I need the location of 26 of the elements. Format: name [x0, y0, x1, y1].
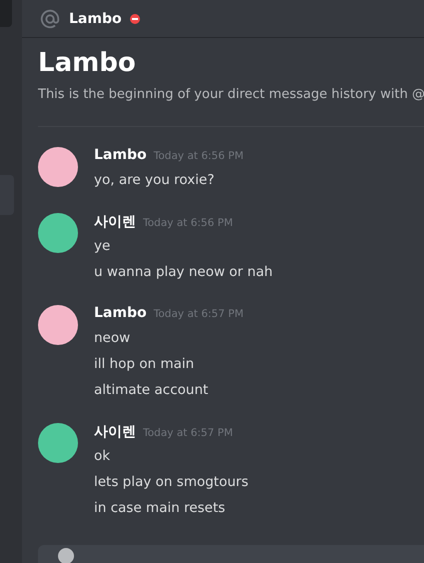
author-name[interactable]: 사이렌: [94, 213, 136, 231]
author-name[interactable]: Lambo: [94, 305, 147, 321]
channel-title: Lambo: [69, 10, 122, 26]
timestamp: Today at 6:57 PM: [143, 427, 233, 439]
at-sign-icon: [39, 8, 61, 30]
message-text: lets play on smogtours: [94, 473, 248, 492]
conversation-intro-text: This is the beginning of your direct message history with @: [38, 87, 424, 102]
message-text: u wanna play neow or nah: [94, 263, 273, 282]
conversation-title: Lambo: [38, 47, 137, 80]
timestamp: Today at 6:57 PM: [154, 308, 244, 320]
author-name[interactable]: 사이렌: [94, 423, 136, 441]
avatar[interactable]: [38, 213, 78, 253]
message-text: neow: [94, 329, 132, 348]
message-text: ye: [94, 237, 112, 256]
message-text: in case main resets: [94, 499, 226, 518]
avatar[interactable]: [38, 147, 78, 187]
message-text: ok: [94, 447, 112, 466]
message-text: ill hop on main: [94, 355, 196, 374]
message-text: yo, are you roxie?: [94, 171, 216, 190]
timestamp: Today at 6:56 PM: [154, 150, 244, 162]
author-name[interactable]: Lambo: [94, 147, 147, 163]
message-input-field[interactable]: [38, 545, 424, 563]
avatar[interactable]: [38, 305, 78, 345]
message-text: altimate account: [94, 381, 210, 400]
avatar[interactable]: [38, 423, 78, 463]
timestamp: Today at 6:56 PM: [143, 217, 233, 229]
